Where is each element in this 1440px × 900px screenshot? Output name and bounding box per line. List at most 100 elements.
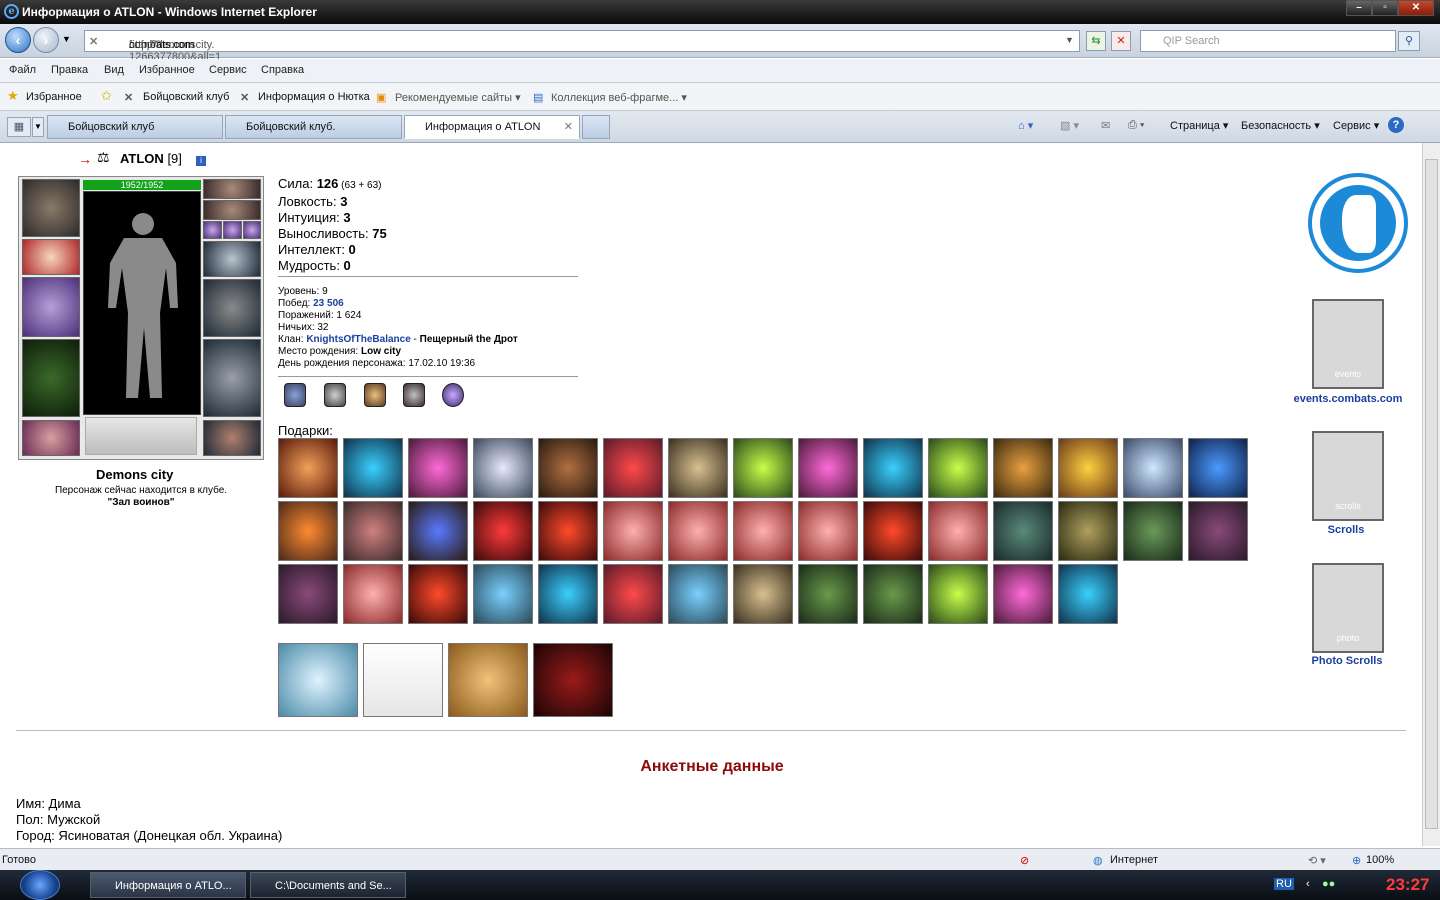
gift-item[interactable] bbox=[343, 438, 403, 498]
events-banner[interactable]: events bbox=[1312, 299, 1384, 389]
gift-item[interactable] bbox=[668, 438, 728, 498]
menu-tools[interactable]: Сервис bbox=[209, 64, 247, 76]
combats-logo[interactable] bbox=[1308, 173, 1408, 273]
gift-item[interactable] bbox=[538, 501, 598, 561]
gift-item[interactable] bbox=[668, 564, 728, 624]
fav-link-webslices[interactable]: Коллекция веб-фрагме... ▾ bbox=[551, 91, 687, 104]
gift-item[interactable] bbox=[863, 564, 923, 624]
privacy-icon[interactable]: ⊘ bbox=[1020, 854, 1029, 867]
gift-item[interactable] bbox=[408, 438, 468, 498]
gift-item[interactable] bbox=[473, 564, 533, 624]
bracers-slot[interactable] bbox=[22, 239, 80, 275]
close-tab-icon[interactable]: ✕ bbox=[564, 120, 573, 133]
ring-slot-3[interactable] bbox=[243, 221, 261, 239]
clan-link[interactable]: KnightsOfTheBalance bbox=[306, 334, 410, 345]
vertical-scrollbar[interactable] bbox=[1422, 143, 1440, 846]
menu-file[interactable]: Файл bbox=[9, 64, 36, 76]
photo-scrolls-link[interactable]: Photo Scrolls bbox=[1277, 655, 1417, 667]
feeds-icon[interactable]: ▧ ▾ bbox=[1060, 119, 1079, 132]
ring-slot-1[interactable] bbox=[203, 221, 222, 239]
helmet-slot[interactable] bbox=[22, 179, 80, 237]
gift-item[interactable] bbox=[993, 564, 1053, 624]
armor-slot[interactable] bbox=[22, 339, 80, 417]
start-button[interactable] bbox=[20, 870, 60, 900]
tools-menu[interactable]: Сервис ▾ bbox=[1333, 119, 1379, 132]
gift-item[interactable] bbox=[343, 564, 403, 624]
gift-item[interactable] bbox=[538, 438, 598, 498]
gift-item[interactable] bbox=[798, 501, 858, 561]
menu-view[interactable]: Вид bbox=[104, 64, 124, 76]
menu-edit[interactable]: Правка bbox=[51, 64, 88, 76]
badge-icon[interactable] bbox=[442, 383, 464, 407]
fav-link-club[interactable]: Бойцовский клуб bbox=[143, 91, 229, 103]
gift-item[interactable] bbox=[343, 501, 403, 561]
attack-arrow-icon[interactable]: → bbox=[78, 151, 92, 167]
badge-icon[interactable] bbox=[284, 383, 306, 407]
clock[interactable]: 23:27 bbox=[1386, 875, 1429, 895]
gift-item[interactable] bbox=[473, 501, 533, 561]
tab-club[interactable]: Бойцовский клуб bbox=[47, 115, 223, 139]
stop-icon[interactable]: ✕ bbox=[1111, 31, 1131, 51]
favorites-button[interactable]: Избранное bbox=[26, 91, 82, 103]
gift-item[interactable] bbox=[538, 564, 598, 624]
gift-item[interactable] bbox=[408, 501, 468, 561]
gift-item[interactable] bbox=[278, 501, 338, 561]
gift-item[interactable] bbox=[278, 564, 338, 624]
gift-item[interactable] bbox=[798, 438, 858, 498]
gift-item[interactable] bbox=[733, 438, 793, 498]
task-explorer[interactable]: C:\Documents and Se... bbox=[250, 872, 406, 898]
tab-club-2[interactable]: Бойцовский клуб. bbox=[225, 115, 402, 139]
leggings-slot[interactable] bbox=[203, 339, 261, 417]
scrolls-banner[interactable]: scrolls bbox=[1312, 431, 1384, 521]
tray-app-icon[interactable]: ●● bbox=[1322, 878, 1335, 890]
big-gift-item[interactable] bbox=[448, 643, 528, 717]
gift-item[interactable] bbox=[733, 564, 793, 624]
big-gift-item[interactable] bbox=[533, 643, 613, 717]
tray-expand-icon[interactable]: ‹ bbox=[1306, 878, 1310, 890]
gift-item[interactable] bbox=[1058, 501, 1118, 561]
gift-item[interactable] bbox=[1123, 438, 1183, 498]
gift-item[interactable] bbox=[798, 564, 858, 624]
new-tab-button[interactable] bbox=[582, 115, 610, 139]
gift-item[interactable] bbox=[928, 564, 988, 624]
gift-item[interactable] bbox=[993, 501, 1053, 561]
scrolls-link[interactable]: Scrolls bbox=[1276, 524, 1416, 536]
menu-help[interactable]: Справка bbox=[261, 64, 304, 76]
gift-item[interactable] bbox=[603, 564, 663, 624]
help-icon[interactable]: ? bbox=[1388, 117, 1404, 133]
gift-item[interactable] bbox=[928, 438, 988, 498]
gift-item[interactable] bbox=[603, 501, 663, 561]
page-menu[interactable]: Страница ▾ bbox=[1170, 119, 1228, 132]
history-dropdown-icon[interactable]: ▼ bbox=[62, 34, 71, 44]
big-gift-item[interactable] bbox=[278, 643, 358, 717]
protected-mode-icon[interactable]: ⟲ ▾ bbox=[1308, 854, 1326, 867]
print-icon[interactable]: ⎙ ▾ bbox=[1128, 119, 1144, 132]
zoom-level[interactable]: 100% bbox=[1366, 854, 1394, 866]
gift-item[interactable] bbox=[408, 564, 468, 624]
search-input[interactable]: QIP Search bbox=[1140, 30, 1396, 52]
shield-slot[interactable] bbox=[203, 279, 261, 337]
gift-item[interactable] bbox=[1058, 564, 1118, 624]
gift-item[interactable] bbox=[473, 438, 533, 498]
search-icon[interactable]: ⚲ bbox=[1398, 31, 1420, 51]
badge-icon[interactable] bbox=[324, 383, 346, 407]
task-ie[interactable]: Информация о ATLO... bbox=[90, 872, 246, 898]
fav-link-nyutka[interactable]: Информация о Нютка bbox=[258, 91, 370, 103]
minimize-button[interactable]: – bbox=[1346, 0, 1372, 16]
maximize-button[interactable]: ▫ bbox=[1372, 0, 1398, 16]
big-gift-item[interactable] bbox=[363, 643, 443, 717]
gift-item[interactable] bbox=[668, 501, 728, 561]
gift-item[interactable] bbox=[863, 438, 923, 498]
gloves-slot[interactable] bbox=[203, 241, 261, 277]
tab-atlon-info[interactable]: Информация о ATLON ✕ bbox=[404, 115, 580, 139]
photo-scrolls-banner[interactable]: photo bbox=[1312, 563, 1384, 653]
close-button[interactable]: ✕ bbox=[1398, 0, 1434, 16]
badge-icon[interactable] bbox=[364, 383, 386, 407]
gift-item[interactable] bbox=[863, 501, 923, 561]
boots-slot[interactable] bbox=[203, 420, 261, 456]
gift-item[interactable] bbox=[1188, 438, 1248, 498]
gift-item[interactable] bbox=[603, 438, 663, 498]
weapon-slot[interactable] bbox=[22, 277, 80, 337]
zoom-icon[interactable]: ⊕ bbox=[1352, 854, 1361, 867]
forward-button[interactable]: › bbox=[33, 27, 59, 53]
